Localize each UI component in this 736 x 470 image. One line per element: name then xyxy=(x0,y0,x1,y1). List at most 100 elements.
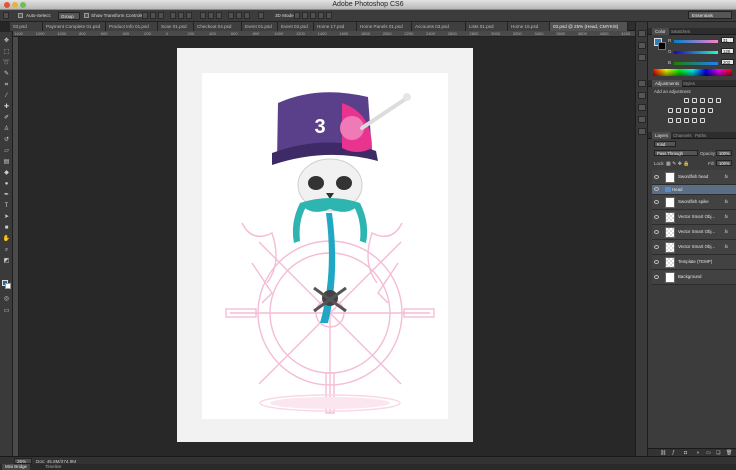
color-balance-icon[interactable] xyxy=(676,108,681,113)
distribute-hcenter-icon[interactable] xyxy=(236,12,242,19)
align-left-icon[interactable] xyxy=(170,12,176,19)
tool-presets-panel-icon[interactable] xyxy=(638,128,646,135)
tab-mini-bridge[interactable]: Mini Bridge xyxy=(2,464,30,470)
pen-tool-icon[interactable]: ✒ xyxy=(2,192,11,199)
align-vcenter-icon[interactable] xyxy=(150,12,156,19)
visibility-eye-icon[interactable] xyxy=(654,175,659,179)
3d-rotate-icon[interactable] xyxy=(294,12,300,19)
eyedropper-tool-icon[interactable]: ⁄ xyxy=(2,93,11,100)
3d-scale-icon[interactable] xyxy=(326,12,332,19)
curves-icon[interactable] xyxy=(700,98,705,103)
selective-color-icon[interactable] xyxy=(700,118,705,123)
visibility-eye-icon[interactable] xyxy=(654,245,659,249)
channel-mixer-icon[interactable] xyxy=(700,108,705,113)
zoom-tool-icon[interactable]: ⌕ xyxy=(2,247,11,254)
tab-home-17[interactable]: Home 17.psd xyxy=(314,22,357,31)
clone-source-panel-icon[interactable] xyxy=(638,116,646,123)
layer-fx-icon[interactable]: fx xyxy=(725,244,728,249)
dodge-tool-icon[interactable]: ● xyxy=(2,181,11,188)
r-channel-value[interactable]: 31 xyxy=(721,37,734,43)
fill-field[interactable]: 100% xyxy=(716,160,732,166)
gradient-tool-icon[interactable]: ▤ xyxy=(2,159,11,166)
distribute-vcenter-icon[interactable] xyxy=(208,12,214,19)
brush-tool-icon[interactable]: ✐ xyxy=(2,115,11,122)
g-channel-slider[interactable] xyxy=(674,51,718,54)
crop-tool-icon[interactable]: ⌗ xyxy=(2,82,11,89)
align-right-icon[interactable] xyxy=(186,12,192,19)
tab-home-panels[interactable]: Home Panels 01.psd xyxy=(357,22,412,31)
tab-accounts[interactable]: Accounts 03.psd xyxy=(412,22,466,31)
tab-active-document[interactable]: 03.psd @ 25% (Head, CMYK/8) xyxy=(550,22,628,31)
blur-tool-icon[interactable]: ◆ xyxy=(2,170,11,177)
auto-select-checkbox[interactable] xyxy=(18,13,23,18)
tab-paths[interactable]: Paths xyxy=(692,132,709,139)
layer-filter-kind[interactable]: Kind xyxy=(654,141,676,147)
gradient-map-icon[interactable] xyxy=(692,118,697,123)
visibility-eye-icon[interactable] xyxy=(654,200,659,204)
layer-row[interactable]: Swordfish head fx xyxy=(652,170,736,185)
g-channel-value[interactable]: 128 xyxy=(721,48,734,54)
workspace-switcher[interactable]: Essentials xyxy=(688,11,732,19)
properties-panel-icon[interactable] xyxy=(638,42,646,49)
opacity-field[interactable]: 100% xyxy=(716,150,732,156)
visibility-eye-icon[interactable] xyxy=(654,215,659,219)
tab-product-info[interactable]: Product Info 01.psd xyxy=(106,22,158,31)
invert-icon[interactable] xyxy=(668,118,673,123)
visibility-eye-icon[interactable] xyxy=(654,230,659,234)
black-white-icon[interactable] xyxy=(684,108,689,113)
history-brush-tool-icon[interactable]: ↺ xyxy=(2,137,11,144)
distribute-right-icon[interactable] xyxy=(244,12,250,19)
vibrance-icon[interactable] xyxy=(716,98,721,103)
layer-fx-icon[interactable]: fx xyxy=(725,199,728,204)
3d-roll-icon[interactable] xyxy=(302,12,308,19)
type-tool-icon[interactable]: T xyxy=(2,203,11,210)
layer-fx-icon[interactable]: fx xyxy=(725,174,728,179)
align-bottom-icon[interactable] xyxy=(158,12,164,19)
healing-brush-tool-icon[interactable]: ✚ xyxy=(2,104,11,111)
distribute-left-icon[interactable] xyxy=(228,12,234,19)
hand-tool-icon[interactable]: ✋ xyxy=(2,236,11,243)
3d-slide-icon[interactable] xyxy=(318,12,324,19)
rectangle-tool-icon[interactable]: ■ xyxy=(2,225,11,232)
background-color-swatch[interactable] xyxy=(5,283,11,289)
tab-home-16[interactable]: Home 16.psd xyxy=(508,22,550,31)
move-tool-icon[interactable]: ✥ xyxy=(2,38,11,45)
character-panel-icon[interactable] xyxy=(638,80,646,87)
layer-fx-icon[interactable]: fx xyxy=(725,214,728,219)
clone-stamp-tool-icon[interactable]: ♙ xyxy=(2,126,11,133)
visibility-eye-icon[interactable] xyxy=(654,275,659,279)
layer-row[interactable]: Vector Smart Obj... fx xyxy=(652,225,736,240)
brush-panel-icon[interactable] xyxy=(638,104,646,111)
3d-drag-icon[interactable] xyxy=(310,12,316,19)
tab-adjustments[interactable]: Adjustments xyxy=(652,80,683,87)
tab-timeline[interactable]: Timeline xyxy=(42,464,64,470)
tab-layers[interactable]: Layers xyxy=(652,132,672,139)
tab-event-02[interactable]: Event 02.psd xyxy=(278,22,314,31)
tab-lists[interactable]: Lists 01.psd xyxy=(466,22,508,31)
info-panel-icon[interactable] xyxy=(638,54,646,61)
quick-select-tool-icon[interactable]: ✎ xyxy=(2,71,11,78)
r-channel-slider[interactable] xyxy=(674,40,718,43)
color-spectrum-bar[interactable] xyxy=(653,69,732,76)
align-top-icon[interactable] xyxy=(142,12,148,19)
marquee-tool-icon[interactable]: ⬚ xyxy=(2,49,11,56)
show-transform-checkbox[interactable] xyxy=(84,13,89,18)
align-hcenter-icon[interactable] xyxy=(178,12,184,19)
eraser-tool-icon[interactable]: ▱ xyxy=(2,148,11,155)
hue-saturation-icon[interactable] xyxy=(668,108,673,113)
tab-scan[interactable]: Scan 01.psd xyxy=(158,22,194,31)
tab-channels[interactable]: Channels xyxy=(670,132,695,139)
brightness-contrast-icon[interactable] xyxy=(684,98,689,103)
tab-payment-complete[interactable]: Payment Complete 01.psd xyxy=(43,22,106,31)
canvas-area[interactable]: 3 xyxy=(19,37,642,456)
history-panel-icon[interactable] xyxy=(638,30,646,37)
tab-event-01[interactable]: Event 01.psd xyxy=(242,22,278,31)
document-canvas[interactable]: 3 xyxy=(177,48,473,442)
layer-row[interactable]: Swordfish spike fx xyxy=(652,195,736,210)
visibility-eye-icon[interactable] xyxy=(654,187,659,191)
levels-icon[interactable] xyxy=(692,98,697,103)
lasso-tool-icon[interactable]: ➰ xyxy=(2,60,11,67)
b-channel-value[interactable]: 203 xyxy=(721,59,734,65)
layer-row[interactable]: Vector Smart Obj... fx xyxy=(652,240,736,255)
layer-row[interactable]: Vector Smart Obj... fx xyxy=(652,210,736,225)
